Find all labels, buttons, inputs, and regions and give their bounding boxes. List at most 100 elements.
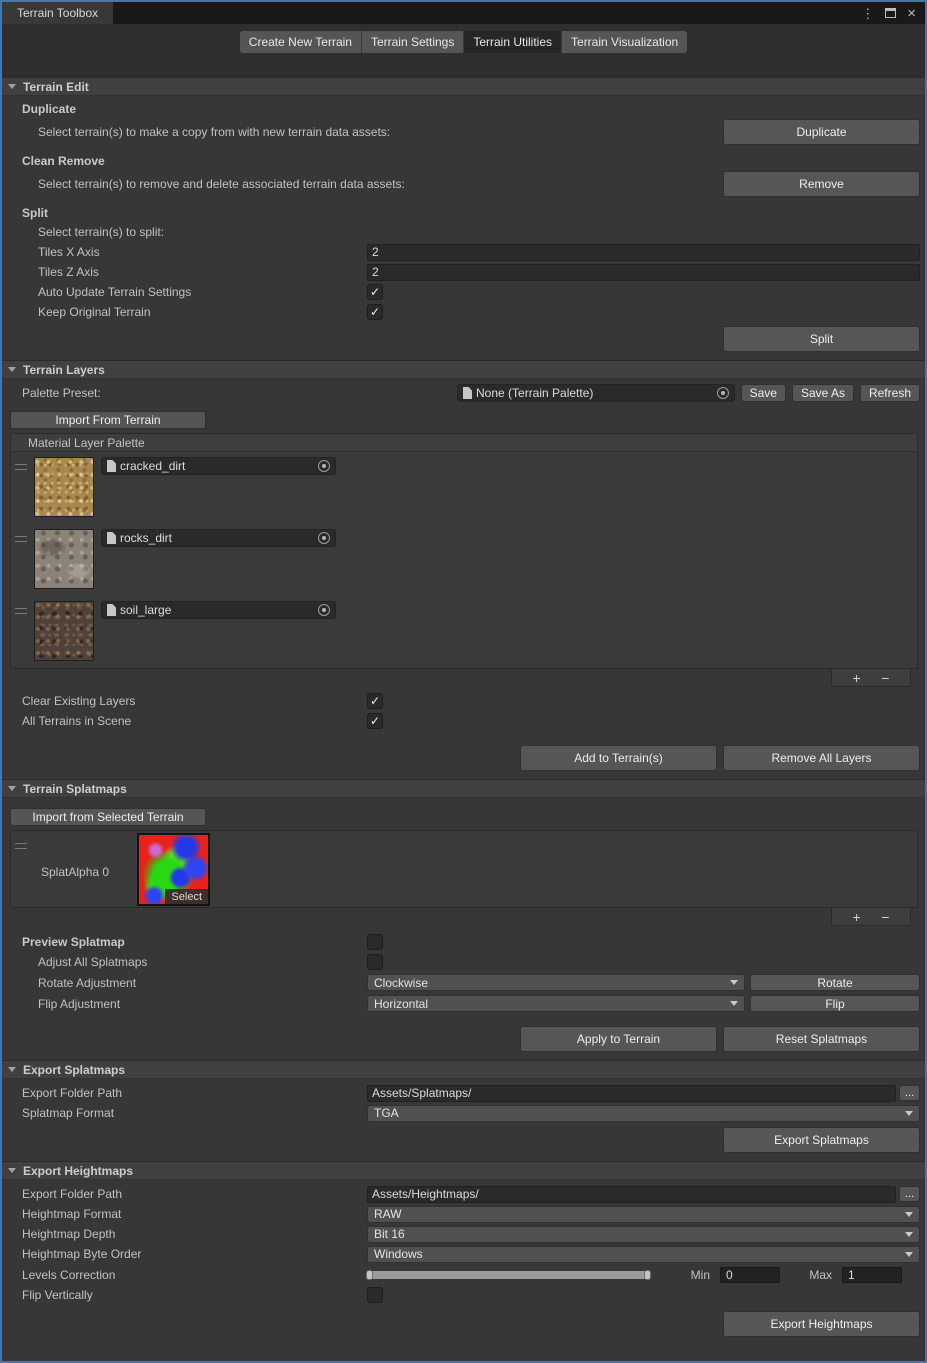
flip-direction-dropdown[interactable]: Horizontal — [367, 995, 745, 1012]
section-export-splatmaps-header[interactable]: Export Splatmaps — [2, 1060, 925, 1079]
section-export-heightmaps-body: Export Folder Path Assets/Heightmaps/ ..… — [2, 1180, 925, 1345]
save-as-button[interactable]: Save As — [792, 384, 854, 402]
reset-splatmaps-button[interactable]: Reset Splatmaps — [723, 1026, 920, 1052]
drag-handle-icon[interactable] — [15, 608, 27, 614]
section-export-heightmaps-header[interactable]: Export Heightmaps — [2, 1161, 925, 1180]
add-splatmap-button[interactable]: + — [853, 910, 861, 924]
adjust-all-checkbox[interactable] — [367, 954, 383, 970]
layer-object-field[interactable]: cracked_dirt — [101, 457, 336, 475]
window-title: Terrain Toolbox — [17, 6, 98, 20]
kebab-menu-icon[interactable]: ⋮ — [861, 7, 874, 20]
browse-folder-button[interactable]: ... — [899, 1085, 920, 1101]
hm-depth-dropdown[interactable]: Bit 16 — [367, 1226, 920, 1243]
import-from-terrain-button[interactable]: Import From Terrain — [10, 411, 206, 429]
browse-folder-button[interactable]: ... — [899, 1186, 920, 1202]
flip-vertically-checkbox[interactable] — [367, 1287, 383, 1303]
clear-existing-checkbox[interactable] — [367, 693, 383, 709]
tab-terrain-settings[interactable]: Terrain Settings — [362, 31, 464, 53]
hm-depth-label: Heightmap Depth — [22, 1227, 367, 1241]
section-terrain-edit-body: Duplicate Select terrain(s) to make a co… — [2, 96, 925, 360]
layer-thumbnail-rocks-dirt[interactable] — [34, 529, 94, 589]
foldout-arrow-icon — [8, 786, 16, 791]
remove-layer-button[interactable]: − — [881, 671, 889, 685]
clear-existing-row: Clear Existing Layers — [2, 691, 925, 711]
layer-object-field[interactable]: soil_large — [101, 601, 336, 619]
toolbar: Create New Terrain Terrain Settings Terr… — [2, 24, 925, 77]
drag-handle-icon[interactable] — [15, 464, 27, 470]
split-button-row: Split — [2, 326, 925, 352]
rotate-button[interactable]: Rotate — [750, 974, 920, 991]
add-to-terrain-button[interactable]: Add to Terrain(s) — [520, 745, 717, 771]
all-terrains-checkbox[interactable] — [367, 713, 383, 729]
clean-remove-heading: Clean Remove — [2, 152, 925, 170]
export-folder-input[interactable]: Assets/Splatmaps/ — [367, 1085, 896, 1102]
remove-button[interactable]: Remove — [723, 171, 920, 197]
flip-vertically-row: Flip Vertically — [2, 1285, 925, 1305]
select-button[interactable]: Select — [165, 889, 208, 904]
export-splatmaps-button[interactable]: Export Splatmaps — [723, 1127, 920, 1153]
tiles-z-input[interactable]: 2 — [367, 264, 920, 281]
tab-terrain-utilities[interactable]: Terrain Utilities — [464, 31, 562, 53]
duplicate-heading: Duplicate — [2, 100, 925, 118]
tab-label: Terrain Visualization — [571, 35, 678, 49]
splatmap-thumbnail[interactable]: Select — [137, 833, 210, 906]
maximize-icon[interactable] — [885, 8, 896, 18]
layer-name: rocks_dirt — [120, 531, 172, 545]
export-heightmaps-button[interactable]: Export Heightmaps — [723, 1311, 920, 1337]
layer-thumbnail-soil-large[interactable] — [34, 601, 94, 661]
remove-all-layers-button[interactable]: Remove All Layers — [723, 745, 920, 771]
hm-format-value: RAW — [374, 1207, 402, 1221]
drag-handle-icon[interactable] — [15, 843, 27, 849]
section-terrain-splatmaps-header[interactable]: Terrain Splatmaps — [2, 779, 925, 798]
save-button[interactable]: Save — [741, 384, 786, 402]
min-input[interactable]: 0 — [720, 1267, 780, 1283]
object-picker-icon[interactable] — [318, 604, 330, 616]
min-label: Min — [680, 1268, 710, 1282]
hm-export-folder-input[interactable]: Assets/Heightmaps/ — [367, 1186, 896, 1203]
flip-adjustment-label: Flip Adjustment — [22, 997, 367, 1011]
tab-create-new-terrain[interactable]: Create New Terrain — [240, 31, 362, 53]
titlebar: Terrain Toolbox ⋮ × — [2, 2, 925, 24]
flip-direction-value: Horizontal — [374, 997, 428, 1011]
palette-preset-object-field[interactable]: None (Terrain Palette) — [457, 384, 735, 402]
split-button[interactable]: Split — [723, 326, 920, 352]
duplicate-button[interactable]: Duplicate — [723, 119, 920, 145]
apply-to-terrain-button[interactable]: Apply to Terrain — [520, 1026, 717, 1052]
refresh-button[interactable]: Refresh — [860, 384, 920, 402]
hm-format-dropdown[interactable]: RAW — [367, 1206, 920, 1223]
layer-object-field[interactable]: rocks_dirt — [101, 529, 336, 547]
splatmap-format-value: TGA — [374, 1106, 399, 1120]
tab-label: Terrain Settings — [371, 35, 454, 49]
preview-splatmap-checkbox[interactable] — [367, 934, 383, 950]
object-picker-icon[interactable] — [318, 532, 330, 544]
close-icon[interactable]: × — [907, 6, 916, 21]
rotate-direction-dropdown[interactable]: Clockwise — [367, 974, 745, 991]
splatmap-format-label: Splatmap Format — [22, 1106, 367, 1120]
rotate-direction-value: Clockwise — [374, 976, 428, 990]
drag-handle-icon[interactable] — [15, 536, 27, 542]
import-from-selected-terrain-button[interactable]: Import from Selected Terrain — [10, 808, 206, 826]
slider-max-handle[interactable] — [644, 1270, 651, 1280]
hm-byte-order-dropdown[interactable]: Windows — [367, 1246, 920, 1263]
splatmap-buttons-row: Apply to Terrain Reset Splatmaps — [2, 1026, 925, 1052]
auto-update-checkbox[interactable] — [367, 284, 383, 300]
asset-file-icon — [463, 387, 472, 399]
section-terrain-edit-header[interactable]: Terrain Edit — [2, 77, 925, 96]
section-export-splatmaps-body: Export Folder Path Assets/Splatmaps/ ...… — [2, 1079, 925, 1161]
tab-label: Terrain Utilities — [473, 35, 552, 49]
max-input[interactable]: 1 — [842, 1267, 902, 1283]
object-picker-icon[interactable] — [717, 387, 729, 399]
slider-min-handle[interactable] — [366, 1270, 373, 1280]
levels-minmax-slider[interactable] — [367, 1271, 650, 1279]
layer-thumbnail-cracked-dirt[interactable] — [34, 457, 94, 517]
tiles-x-input[interactable]: 2 — [367, 244, 920, 261]
window-tab[interactable]: Terrain Toolbox — [2, 2, 113, 24]
tab-terrain-visualization[interactable]: Terrain Visualization — [562, 31, 687, 53]
add-layer-button[interactable]: + — [853, 671, 861, 685]
flip-button[interactable]: Flip — [750, 995, 920, 1012]
splatmap-format-dropdown[interactable]: TGA — [367, 1105, 920, 1122]
section-terrain-layers-header[interactable]: Terrain Layers — [2, 360, 925, 379]
keep-original-checkbox[interactable] — [367, 304, 383, 320]
remove-splatmap-button[interactable]: − — [881, 910, 889, 924]
object-picker-icon[interactable] — [318, 460, 330, 472]
